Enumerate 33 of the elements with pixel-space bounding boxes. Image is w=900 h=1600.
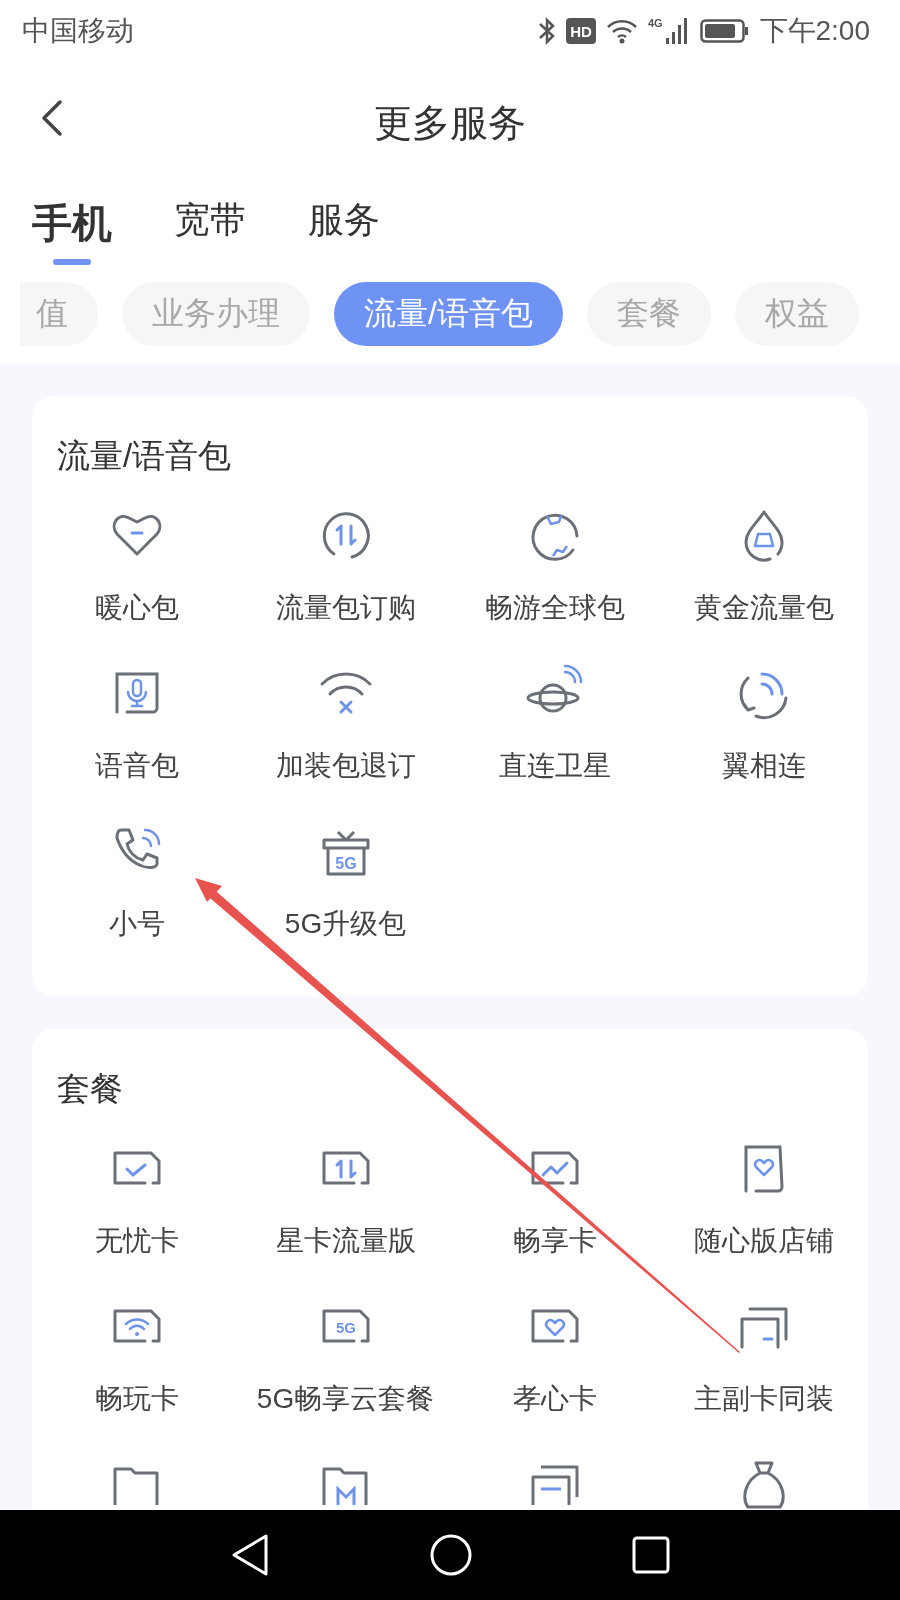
service-label[interactable]: 随心版店铺 xyxy=(693,1223,834,1259)
service-label[interactable]: 主副卡同装 xyxy=(693,1381,834,1417)
service-label[interactable]: 小号 xyxy=(108,906,165,942)
category-tab[interactable]: 服务 xyxy=(308,184,380,245)
service-label[interactable]: 翼相连 xyxy=(721,748,806,784)
service-label[interactable]: 直连卫星 xyxy=(498,748,611,784)
service-label[interactable]: 畅享卡 xyxy=(512,1223,597,1259)
clock-time: 下午2:00 xyxy=(759,14,870,48)
wifi-icon xyxy=(605,18,638,44)
bluetooth-icon xyxy=(537,16,556,46)
carrier-name: 中国移动 xyxy=(22,14,134,48)
service-label[interactable]: 畅玩卡 xyxy=(94,1381,179,1417)
hd-icon: HD xyxy=(565,18,596,44)
category-tab[interactable]: 宽带 xyxy=(174,184,246,245)
service-label[interactable]: 畅游全球包 xyxy=(484,590,625,626)
service-label[interactable]: 流量包订购 xyxy=(275,590,416,626)
category-tab[interactable]: 手机 xyxy=(32,184,112,265)
service-label[interactable]: 语音包 xyxy=(94,748,179,784)
page-title: 更多服务 xyxy=(374,100,526,146)
service-label[interactable]: 黄金流量包 xyxy=(693,590,834,626)
recents-icon[interactable] xyxy=(632,1536,671,1574)
back-icon[interactable] xyxy=(40,98,64,138)
service-label[interactable]: 加装包退订 xyxy=(275,748,416,784)
service-label[interactable]: 5G畅享云套餐 xyxy=(256,1381,435,1417)
section-title: 流量/语音包 xyxy=(57,436,233,476)
service-label[interactable]: 孝心卡 xyxy=(512,1381,597,1417)
service-label[interactable]: 5G升级包 xyxy=(284,906,407,942)
home-icon[interactable] xyxy=(429,1533,473,1577)
service-label[interactable]: 星卡流量版 xyxy=(275,1223,416,1259)
service-label[interactable]: 无忧卡 xyxy=(94,1223,179,1259)
section-title: 套餐 xyxy=(57,1069,124,1109)
service-label[interactable]: 暖心包 xyxy=(94,590,179,626)
battery-icon xyxy=(699,18,750,44)
